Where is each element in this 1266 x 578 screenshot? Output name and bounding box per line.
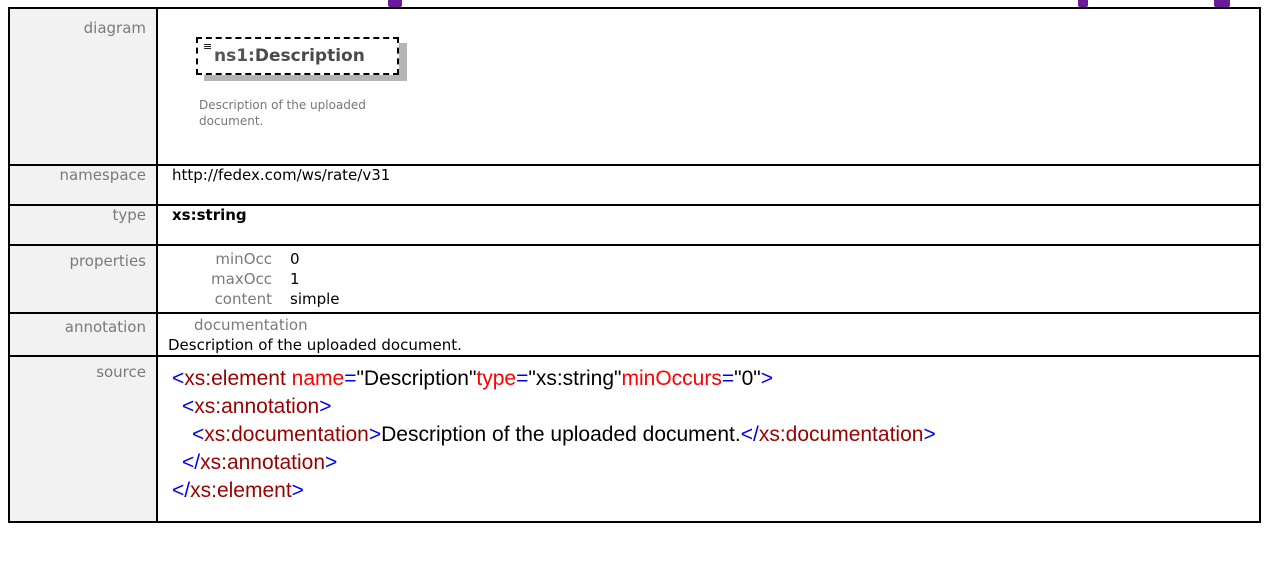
source-cell: <xs:element name="Description"type="xs:s… (156, 355, 1261, 523)
source-attr-value: "xs:string" (528, 367, 622, 390)
row-properties: properties minOcc 0 maxOcc 1 content sim… (8, 244, 1261, 314)
properties-grid: minOcc 0 maxOcc 1 content simple (172, 246, 1259, 308)
type-cell: xs:string (156, 204, 1261, 246)
namespace-label: namespace (8, 164, 158, 206)
diagram-label: diagram (8, 7, 158, 166)
prop-key-minocc: minOcc (215, 250, 272, 268)
source-attr: name (291, 367, 345, 390)
prop-key-content: content (214, 290, 272, 308)
source-tag: xs:annotation (200, 451, 326, 474)
source-line: </xs:element> (172, 479, 304, 502)
source-tag: xs:element (190, 479, 292, 502)
prop-value-maxocc: 1 (290, 270, 300, 288)
source-attr: type (476, 367, 517, 390)
source-code: <xs:element name="Description"type="xs:s… (172, 357, 1259, 505)
element-prefix: ns1: (214, 46, 255, 66)
source-tag: xs:documentation (758, 423, 924, 446)
prop-value-minocc: 0 (290, 250, 300, 268)
annotation-heading: documentation (194, 316, 308, 334)
row-diagram: diagram ≡ ns1:Description Description of… (8, 7, 1261, 166)
source-tag: xs:annotation (194, 395, 320, 418)
prop-value-content: simple (290, 290, 340, 308)
type-value[interactable]: xs:string (172, 206, 247, 224)
source-attr-value: "0" (734, 367, 761, 390)
source-label: source (8, 355, 158, 523)
element-description: Description of the uploaded document. (199, 98, 366, 128)
element-name: Description (254, 46, 365, 66)
source-line: </xs:annotation> (182, 451, 338, 474)
prop-key-maxocc: maxOcc (211, 270, 272, 288)
element-title: ns1:Description (214, 46, 365, 66)
element-diagram: ≡ ns1:Description Description of the upl… (172, 9, 1259, 149)
element-box[interactable]: ≡ ns1:Description (196, 37, 399, 75)
source-tag: xs:element (184, 367, 286, 390)
header-fragment (388, 0, 402, 7)
source-line: <xs:documentation>Description of the upl… (192, 423, 936, 446)
row-type: type xs:string (8, 204, 1261, 246)
source-attr: minOccurs (621, 367, 722, 390)
properties-cell: minOcc 0 maxOcc 1 content simple (156, 244, 1261, 314)
header-fragment (1078, 0, 1088, 7)
diagram-cell: ≡ ns1:Description Description of the upl… (156, 7, 1261, 166)
namespace-value: http://fedex.com/ws/rate/v31 (156, 164, 1261, 206)
header-fragment (1214, 0, 1230, 7)
source-line: <xs:annotation> (182, 395, 332, 418)
row-annotation: annotation documentation Description of … (8, 312, 1261, 357)
type-label: type (8, 204, 158, 246)
properties-label: properties (8, 244, 158, 314)
annotation-label: annotation (8, 312, 158, 357)
row-namespace: namespace http://fedex.com/ws/rate/v31 (8, 164, 1261, 206)
element-properties-table: diagram ≡ ns1:Description Description of… (8, 7, 1261, 523)
source-tag: xs:documentation (204, 423, 369, 446)
annotation-cell: documentation Description of the uploade… (156, 312, 1261, 357)
source-doc-text: Description of the uploaded document. (381, 423, 741, 446)
source-attr-value: "Description" (356, 367, 477, 390)
element-doc-icon: ≡ (203, 40, 213, 53)
source-line: <xs:element name="Description"type="xs:s… (172, 367, 773, 390)
annotation-text: Description of the uploaded document. (168, 336, 462, 354)
row-source: source <xs:element name="Description"typ… (8, 355, 1261, 523)
